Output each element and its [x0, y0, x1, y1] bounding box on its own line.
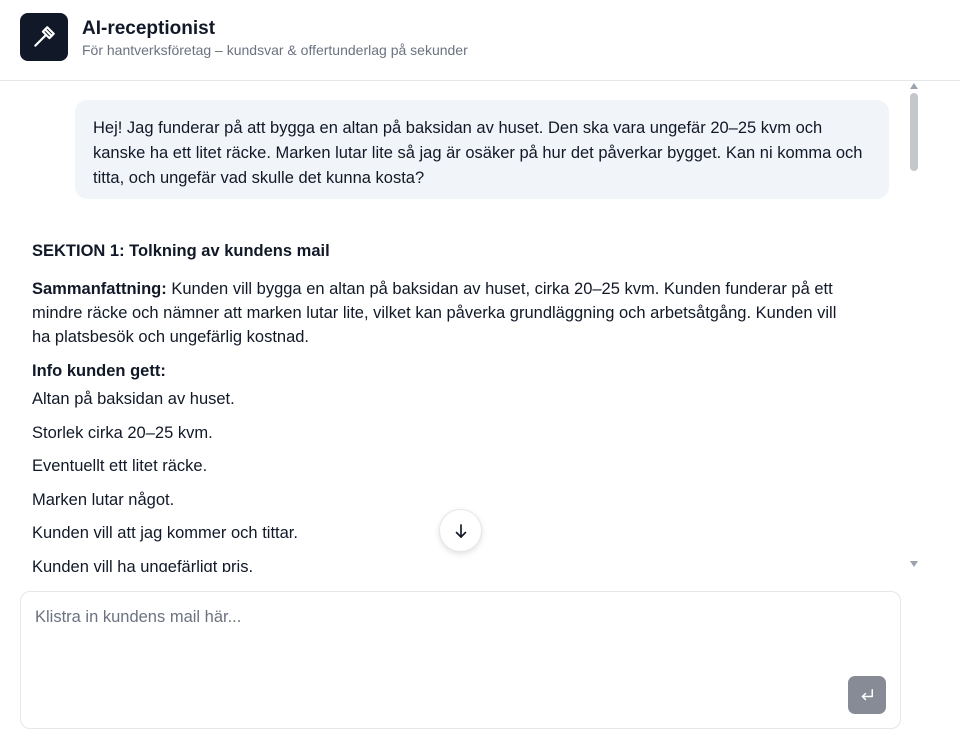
summary-paragraph: Sammanfattning: Kunden vill bygga en alt…: [32, 277, 842, 349]
info-item: Kunden vill ha ungefärligt pris.: [32, 557, 254, 573]
info-item: Altan på baksidan av huset.: [32, 390, 235, 408]
scroll-down-arrow-icon[interactable]: [910, 561, 918, 567]
enter-return-icon: [861, 689, 873, 701]
info-item: Marken lutar något.: [32, 490, 175, 509]
message-composer: [20, 591, 901, 729]
hammer-icon: [34, 26, 55, 47]
info-item: Kunden vill att jag kommer och tittar.: [32, 524, 298, 542]
app-title: AI-receptionist: [82, 18, 216, 39]
scroll-to-bottom-button[interactable]: [439, 509, 482, 552]
assistant-message: SEKTION 1: Tolkning av kundens mail Samm…: [32, 239, 842, 572]
app-subtitle: För hantverksföretag – kundsvar & offert…: [82, 42, 468, 58]
customer-mail-input[interactable]: [35, 608, 835, 688]
info-item: Eventuellt ett litet räcke.: [32, 457, 208, 475]
arrow-down-icon: [455, 523, 466, 538]
summary-label: Sammanfattning:: [32, 280, 167, 298]
send-button[interactable]: [848, 676, 886, 714]
chat-scrollbar[interactable]: [907, 81, 922, 572]
app-logo: [20, 13, 68, 61]
info-heading: Info kunden gett:: [32, 362, 166, 380]
scroll-up-arrow-icon[interactable]: [910, 83, 918, 89]
user-message-bubble: Hej! Jag funderar på att bygga en altan …: [75, 100, 889, 199]
section-heading: SEKTION 1: Tolkning av kundens mail: [32, 242, 330, 260]
info-item: Storlek cirka 20–25 kvm.: [32, 423, 213, 442]
chat-thread[interactable]: Hej! Jag funderar på att bygga en altan …: [0, 81, 960, 572]
app-header: AI-receptionist För hantverksföretag – k…: [0, 0, 960, 81]
info-list: Altan på baksidan av huset. Storlek cirk…: [32, 383, 842, 572]
scrollbar-thumb[interactable]: [910, 93, 918, 171]
